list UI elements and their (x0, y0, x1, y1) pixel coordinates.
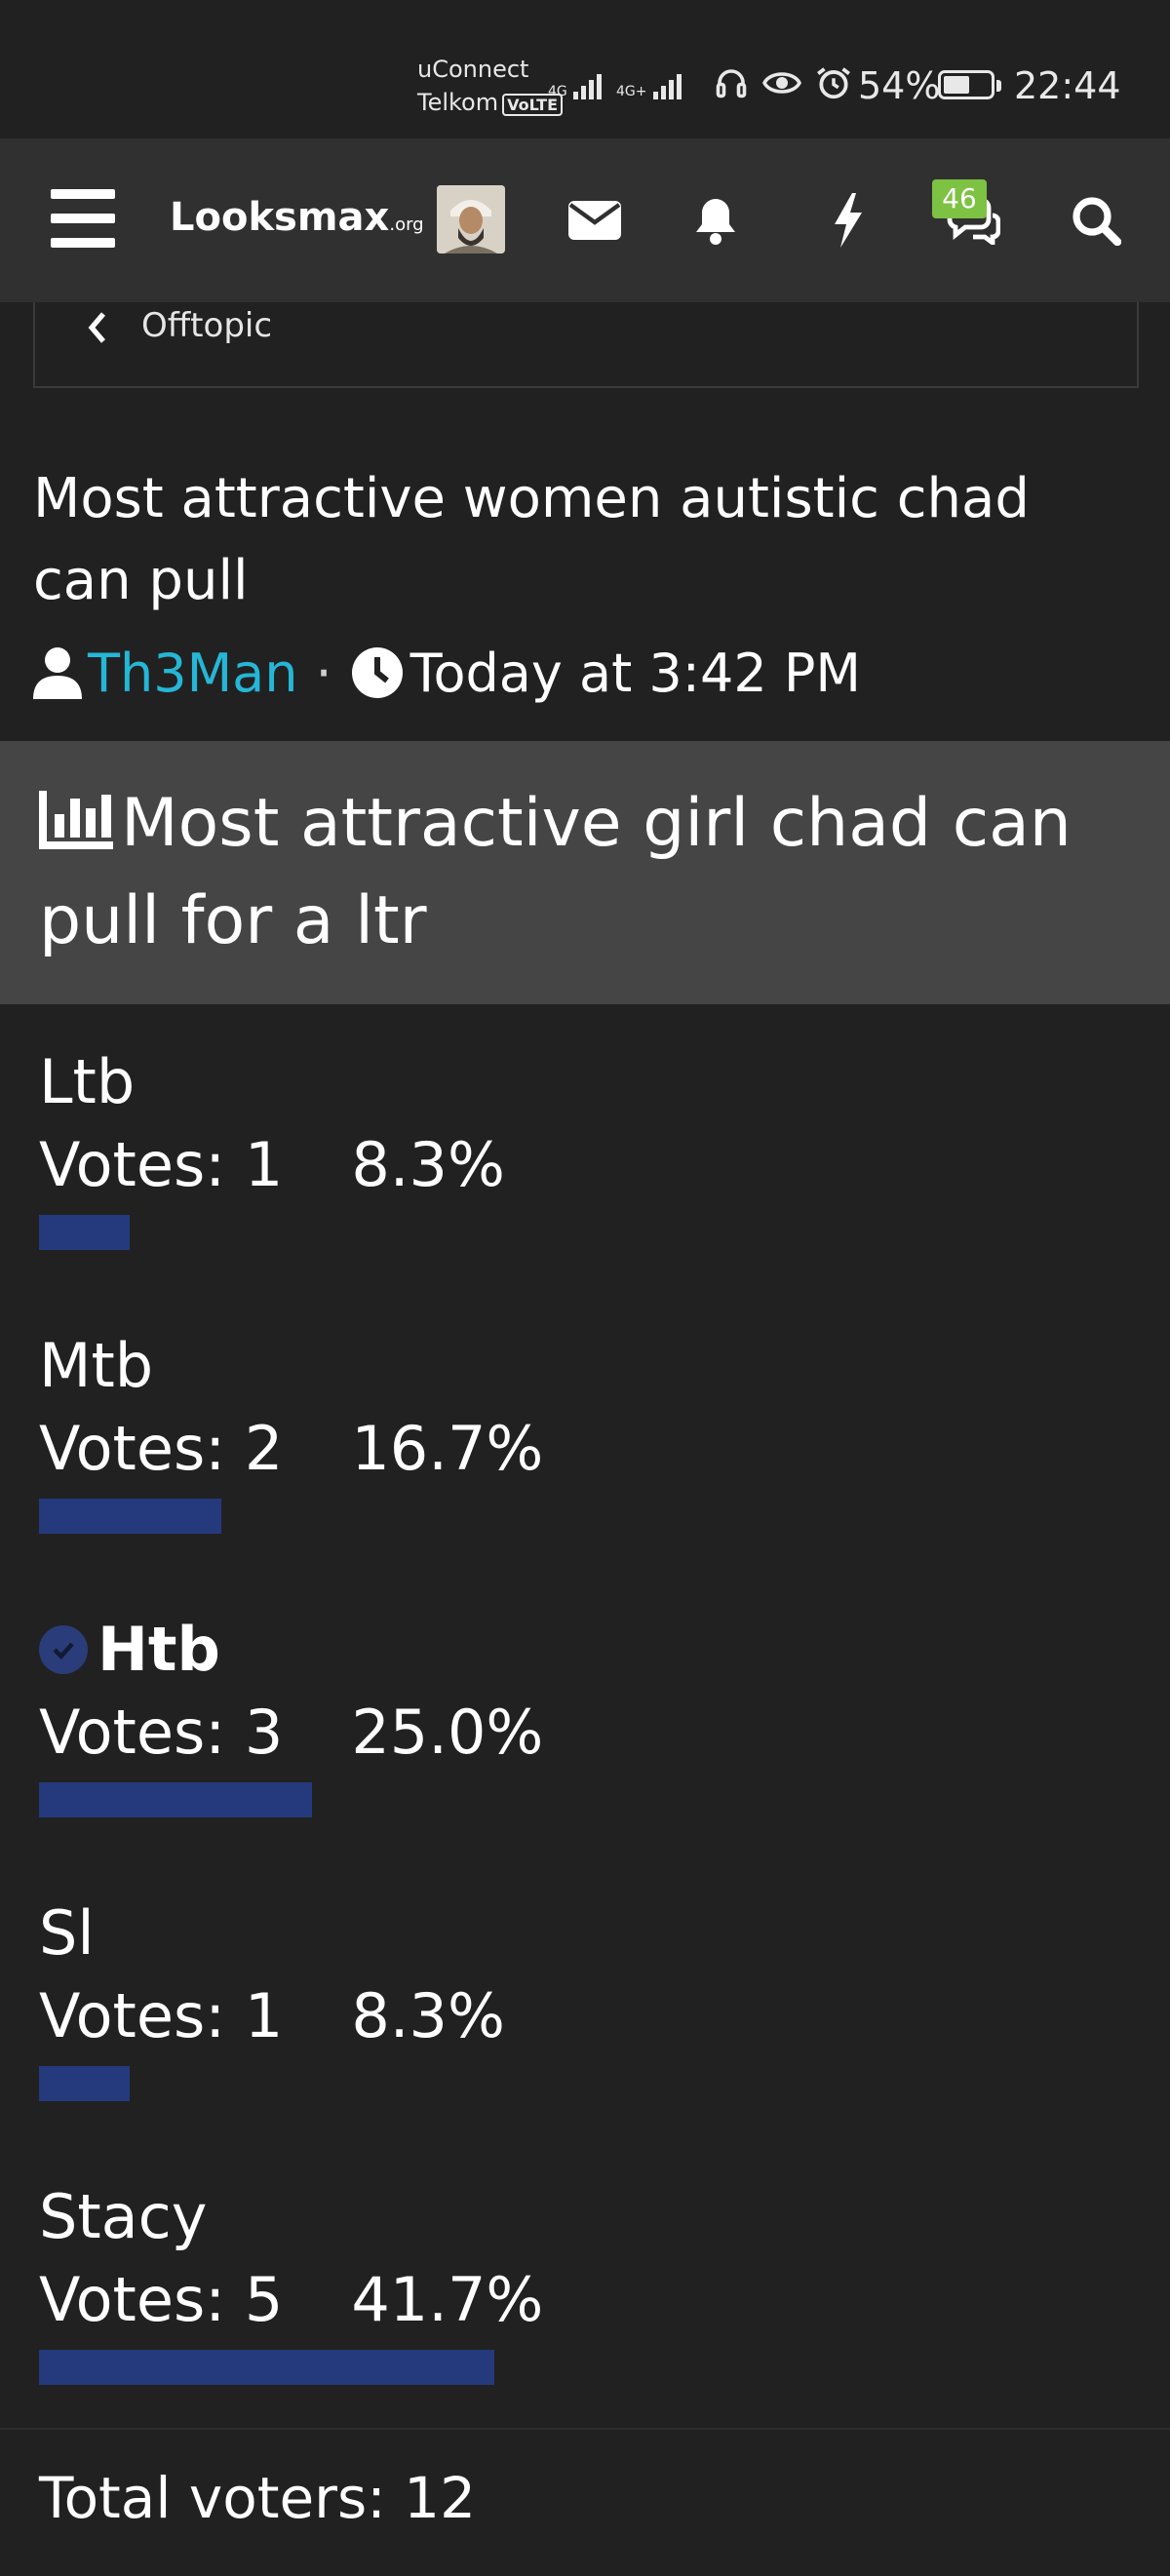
poll-chart-icon (39, 791, 113, 849)
signal-icon-1: 4G (548, 66, 603, 99)
poll-option-stats: Votes: 1 8.3% (39, 1972, 1131, 2060)
poll-option-stats: Votes: 5 41.7% (39, 2256, 1131, 2344)
poll-option-text: Mtb (39, 1330, 154, 1401)
network-type-1: 4G (548, 84, 567, 99)
signal-icon-2: 4G+ (616, 66, 682, 99)
poll-question-text: Most attractive girl chad can pull for a… (39, 785, 1072, 959)
poll-option-text: Sl (39, 1897, 95, 1969)
status-bar: uConnect Telkom VoLTE 4G 4G+ 54% 22:44 (0, 0, 1170, 138)
vote-bar (39, 1782, 312, 1817)
network-type-2: 4G+ (616, 84, 647, 99)
system-icons (714, 64, 852, 101)
headphones-icon (716, 69, 747, 98)
logo-text: Looksmax (170, 195, 390, 240)
poll-option-text: Htb (98, 1614, 220, 1685)
clock-icon (351, 647, 403, 698)
thread-meta: Th3Man · Today at 3:42 PM (33, 634, 861, 712)
logo-suffix: .org (389, 215, 424, 235)
eye-icon (762, 72, 801, 94)
carrier-name-1: uConnect (417, 56, 529, 83)
vote-count: Votes: 5 (39, 2264, 284, 2335)
poll-option-label: Ltb (39, 1043, 1131, 1121)
vote-count: Votes: 1 (39, 1980, 284, 2051)
post-time[interactable]: Today at 3:42 PM (410, 643, 861, 704)
poll-option: Sl Votes: 1 8.3% (39, 1894, 1131, 2101)
vote-bar (39, 2066, 130, 2101)
carrier-info: uConnect Telkom VoLTE (417, 53, 564, 122)
meta-separator: · (315, 642, 332, 704)
bell-icon[interactable] (684, 189, 747, 252)
vote-percent: 8.3% (351, 1129, 505, 1200)
check-circle-icon (39, 1625, 88, 1674)
envelope-icon[interactable] (564, 189, 626, 252)
breadcrumb-link[interactable]: Offtopic (141, 306, 272, 345)
poll-option: Htb Votes: 3 25.0% (39, 1611, 1131, 1817)
poll-option-text: Ltb (39, 1046, 136, 1117)
avatar[interactable] (437, 185, 505, 254)
poll-option: Mtb Votes: 2 16.7% (39, 1327, 1131, 1534)
vote-percent: 41.7% (351, 2264, 544, 2335)
vote-bar (39, 2350, 494, 2385)
user-icon (33, 647, 82, 699)
poll-option-stats: Votes: 2 16.7% (39, 1405, 1131, 1493)
poll-option-label: Mtb (39, 1327, 1131, 1405)
vote-percent: 8.3% (351, 1980, 505, 2051)
poll-question: Most attractive girl chad can pull for a… (39, 775, 1141, 970)
battery-icon (938, 70, 1001, 99)
poll-option-label: Sl (39, 1894, 1131, 1972)
vote-percent: 25.0% (351, 1697, 544, 1768)
menu-icon[interactable] (51, 189, 115, 248)
poll-option-stats: Votes: 3 25.0% (39, 1689, 1131, 1776)
app-header: Looksmax.org 46 (0, 138, 1170, 302)
site-logo[interactable]: Looksmax.org (170, 195, 424, 240)
total-voters: Total voters: 12 (39, 2465, 476, 2531)
clock: 22:44 (1014, 64, 1121, 107)
carrier-name-2: Telkom (417, 89, 499, 116)
vote-count: Votes: 1 (39, 1129, 284, 1200)
chevron-left-icon[interactable] (86, 310, 109, 345)
poll-option: Stacy Votes: 5 41.7% (39, 2178, 1131, 2385)
poll-option-label: Stacy (39, 2178, 1131, 2256)
poll-option-label: Htb (39, 1611, 1131, 1689)
vote-count: Votes: 3 (39, 1697, 284, 1768)
vote-percent: 16.7% (351, 1413, 544, 1484)
battery-percent: 54% (858, 64, 941, 107)
notification-badge: 46 (932, 179, 987, 218)
lightning-icon[interactable] (817, 189, 879, 252)
poll-option-text: Stacy (39, 2181, 208, 2252)
alarm-icon (817, 67, 850, 99)
search-icon[interactable] (1065, 189, 1127, 252)
vote-bar (39, 1215, 130, 1250)
vote-bar (39, 1499, 221, 1534)
poll-option: Ltb Votes: 1 8.3% (39, 1043, 1131, 1250)
vote-count: Votes: 2 (39, 1413, 284, 1484)
author-link[interactable]: Th3Man (88, 643, 297, 704)
thread-title: Most attractive women autistic chad can … (33, 467, 1030, 612)
poll-option-stats: Votes: 1 8.3% (39, 1121, 1131, 1209)
